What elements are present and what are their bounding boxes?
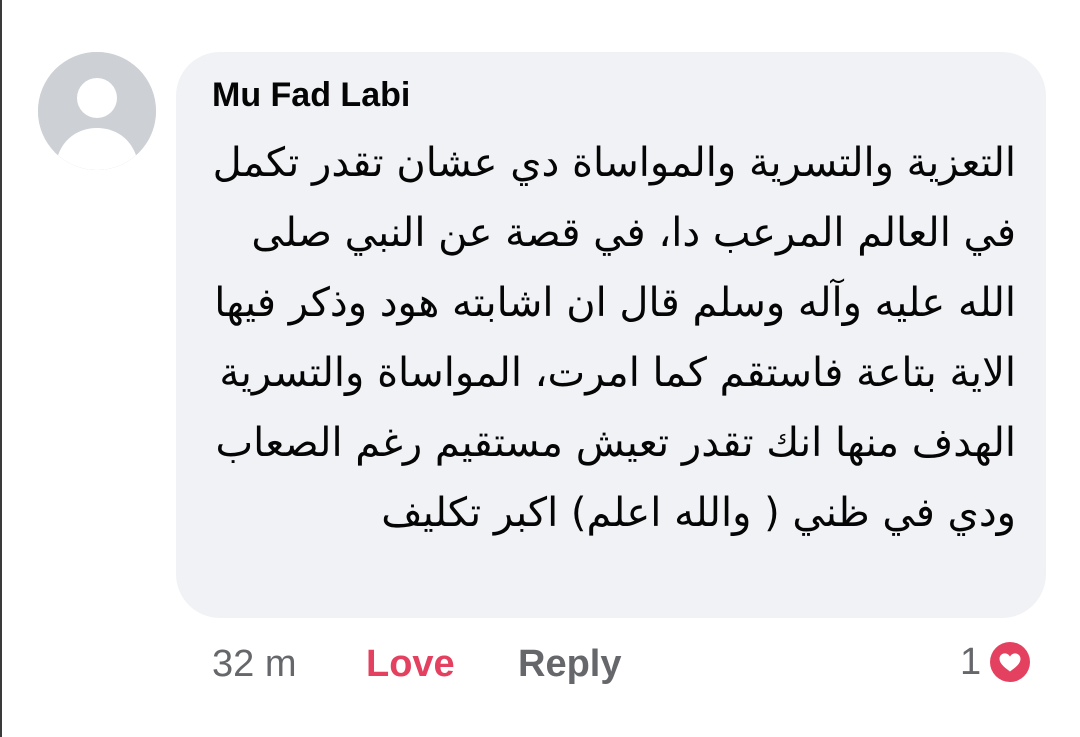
reply-button[interactable]: Reply bbox=[518, 640, 621, 688]
avatar[interactable] bbox=[38, 52, 156, 170]
love-button[interactable]: Love bbox=[366, 640, 455, 688]
screen-edge bbox=[0, 0, 2, 737]
reaction-summary[interactable]: 1 bbox=[960, 636, 1035, 688]
comment-author[interactable]: Mu Fad Labi bbox=[212, 76, 410, 115]
comment-text: التعزية والتسرية والمواساة دي عشان تقدر … bbox=[212, 140, 1016, 536]
comment-timestamp[interactable]: 32 m bbox=[212, 640, 296, 688]
default-avatar-icon bbox=[38, 52, 156, 170]
heart-icon bbox=[985, 637, 1035, 687]
reaction-count: 1 bbox=[960, 640, 982, 683]
